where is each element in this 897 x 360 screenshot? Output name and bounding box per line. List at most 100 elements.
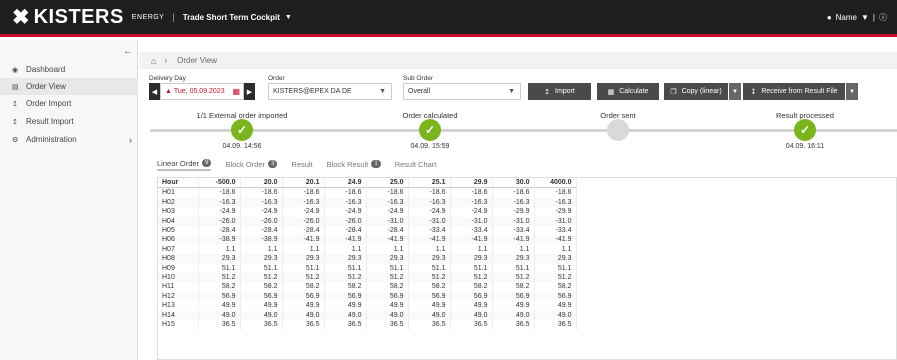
volume-cell[interactable]: 36.5 [450, 320, 493, 330]
volume-cell[interactable]: 56.9 [324, 291, 367, 302]
receive-from-result-file-button[interactable]: ↧ Receive from Result File [743, 83, 845, 100]
volume-cell[interactable]: 58.2 [450, 282, 493, 292]
volume-cell[interactable]: -41.9 [408, 235, 451, 245]
volume-cell[interactable]: 49.9 [450, 301, 493, 311]
calculate-button[interactable]: ▦ Calculate [597, 83, 659, 100]
calendar-icon[interactable]: ▦ [232, 87, 240, 96]
volume-cell[interactable]: 56.9 [534, 291, 577, 302]
volume-cell[interactable]: 49.0 [492, 310, 535, 321]
volume-cell[interactable]: 49.9 [282, 301, 325, 311]
tab-block-result[interactable]: Block Result 1 [327, 157, 381, 171]
volume-cell[interactable]: 1.1 [282, 244, 325, 255]
app-switch-chevron-icon[interactable]: ▼ [285, 14, 292, 21]
volume-cell[interactable]: 58.2 [282, 282, 325, 292]
import-button[interactable]: ↥ Import [528, 83, 591, 100]
volume-cell[interactable]: 58.2 [366, 282, 409, 292]
volume-cell[interactable]: -18.6 [534, 187, 577, 198]
column-header-price[interactable]: 4000.0 [534, 178, 577, 189]
volume-cell[interactable]: -18.6 [408, 187, 451, 198]
volume-cell[interactable]: -16.3 [534, 197, 577, 208]
volume-cell[interactable]: 56.9 [366, 291, 409, 302]
volume-cell[interactable]: 49.0 [324, 310, 367, 321]
receive-options-dropdown[interactable]: ▼ [846, 83, 858, 100]
volume-cell[interactable]: 49.0 [198, 310, 241, 321]
volume-cell[interactable]: -24.9 [408, 207, 451, 217]
column-header-price[interactable]: 29.9 [450, 178, 493, 189]
column-header-price[interactable]: 24.9 [324, 178, 367, 189]
column-header-price[interactable]: -500.0 [198, 178, 241, 189]
volume-cell[interactable]: 29.3 [282, 254, 325, 264]
volume-cell[interactable]: 51.2 [198, 273, 241, 283]
sidebar-item-order-import[interactable]: ↥ Order Import [0, 95, 138, 112]
volume-cell[interactable]: -31.0 [534, 216, 577, 227]
volume-cell[interactable]: 29.3 [492, 254, 535, 264]
volume-cell[interactable]: 36.5 [492, 320, 535, 330]
kisters-logo[interactable]: ✖ KISTERS ENERGY [12, 5, 164, 30]
volume-cell[interactable]: -41.9 [450, 235, 493, 245]
column-header-price[interactable]: 25.1 [408, 178, 451, 189]
volume-cell[interactable]: -18.6 [492, 187, 535, 198]
column-header-price[interactable]: 20.0 [240, 178, 283, 189]
volume-cell[interactable]: -16.3 [408, 197, 451, 208]
volume-cell[interactable]: 56.9 [492, 291, 535, 302]
volume-cell[interactable]: 51.2 [240, 273, 283, 283]
volume-cell[interactable]: -18.6 [198, 187, 241, 198]
column-header-price[interactable]: 20.1 [282, 178, 325, 189]
volume-cell[interactable]: 51.2 [282, 273, 325, 283]
volume-cell[interactable]: -41.9 [534, 235, 577, 245]
column-header-price[interactable]: 25.0 [366, 178, 409, 189]
volume-cell[interactable]: 51.1 [492, 263, 535, 274]
volume-cell[interactable]: 51.2 [534, 273, 577, 283]
volume-cell[interactable]: 29.3 [408, 254, 451, 264]
volume-cell[interactable]: 51.1 [366, 263, 409, 274]
volume-cell[interactable]: -18.6 [450, 187, 493, 198]
help-icon[interactable]: ⓘ [879, 12, 887, 23]
volume-cell[interactable]: -16.3 [240, 197, 283, 208]
app-title[interactable]: Trade Short Term Cockpit [183, 13, 280, 22]
next-day-button[interactable]: ▶ [244, 83, 255, 100]
volume-cell[interactable]: 49.9 [366, 301, 409, 311]
volume-cell[interactable]: -16.3 [282, 197, 325, 208]
volume-cell[interactable]: 58.2 [324, 282, 367, 292]
volume-cell[interactable]: -18.6 [324, 187, 367, 198]
volume-cell[interactable]: -29.9 [492, 207, 535, 217]
sidebar-item-dashboard[interactable]: ◉ Dashboard [0, 61, 138, 78]
volume-cell[interactable]: 51.1 [408, 263, 451, 274]
volume-cell[interactable]: -16.3 [324, 197, 367, 208]
volume-cell[interactable]: -41.9 [492, 235, 535, 245]
volume-cell[interactable]: 51.2 [324, 273, 367, 283]
volume-cell[interactable]: 49.0 [282, 310, 325, 321]
volume-cell[interactable]: 56.9 [408, 291, 451, 302]
user-menu[interactable]: ● Name ▼ | ⓘ [823, 12, 887, 23]
volume-cell[interactable]: -41.9 [366, 235, 409, 245]
volume-cell[interactable]: 51.1 [282, 263, 325, 274]
column-header-price[interactable]: 30.0 [492, 178, 535, 189]
volume-cell[interactable]: 58.2 [534, 282, 577, 292]
volume-cell[interactable]: 56.9 [282, 291, 325, 302]
volume-cell[interactable]: 1.1 [240, 244, 283, 255]
sub-order-select[interactable]: Overall ▼ [403, 83, 521, 100]
volume-cell[interactable]: 49.0 [408, 310, 451, 321]
prev-day-button[interactable]: ◀ [149, 83, 160, 100]
volume-cell[interactable]: -16.3 [366, 197, 409, 208]
volume-cell[interactable]: 49.0 [450, 310, 493, 321]
volume-cell[interactable]: 49.0 [240, 310, 283, 321]
volume-cell[interactable]: 51.1 [534, 263, 577, 274]
column-header-hour[interactable]: Hour [158, 178, 199, 189]
volume-cell[interactable]: -28.4 [198, 226, 241, 236]
volume-cell[interactable]: -24.9 [450, 207, 493, 217]
volume-cell[interactable]: -31.0 [450, 216, 493, 227]
volume-cell[interactable]: -24.9 [198, 207, 241, 217]
volume-cell[interactable]: 36.5 [282, 320, 325, 330]
volume-cell[interactable]: 29.3 [240, 254, 283, 264]
volume-cell[interactable]: 29.3 [534, 254, 577, 264]
volume-cell[interactable]: 49.0 [366, 310, 409, 321]
volume-cell[interactable]: 1.1 [492, 244, 535, 255]
volume-cell[interactable]: 36.5 [408, 320, 451, 330]
volume-cell[interactable]: -41.9 [282, 235, 325, 245]
volume-cell[interactable]: 49.9 [408, 301, 451, 311]
volume-cell[interactable]: 51.2 [450, 273, 493, 283]
volume-cell[interactable]: 36.5 [534, 320, 577, 330]
collapse-sidebar-icon[interactable]: ← [123, 46, 133, 57]
volume-cell[interactable]: 1.1 [534, 244, 577, 255]
